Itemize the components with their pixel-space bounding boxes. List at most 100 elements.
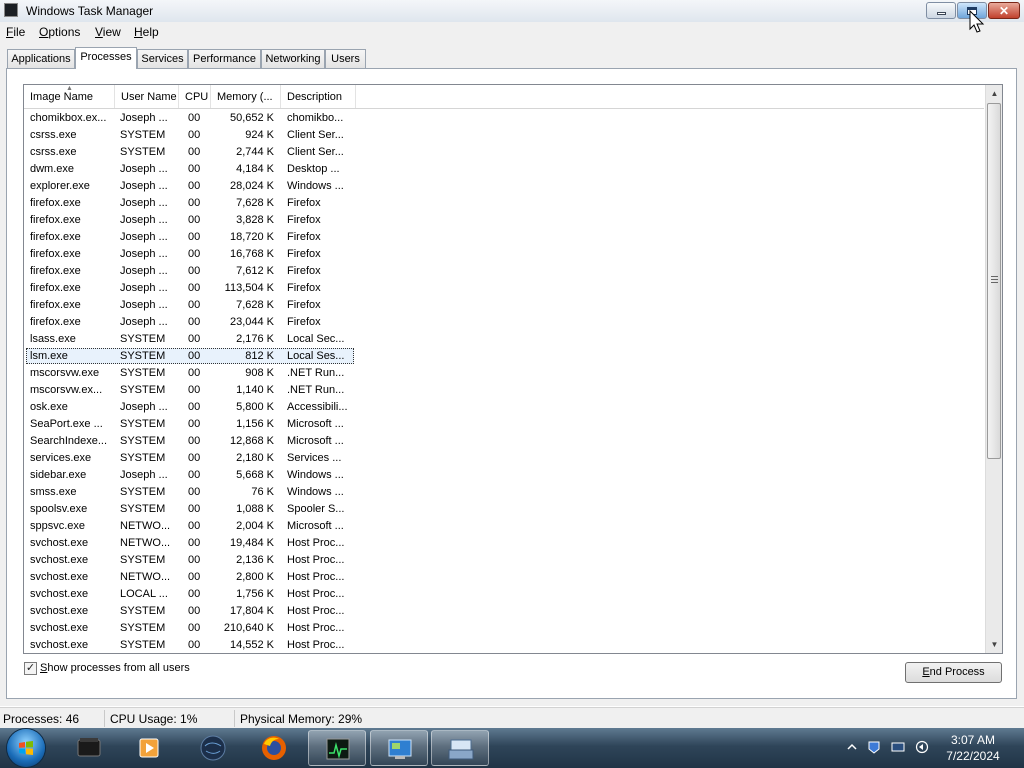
process-row[interactable]: SeaPort.exe ... SYSTEM 00 1,156 K Microsoft … [24,416,984,433]
cpu-cell: 00 [188,146,201,158]
window-title: Windows Task Manager [26,4,154,18]
process-list[interactable]: ▲ Image Name User Name CPU Memory (... D… [23,84,1003,654]
memory-cell: 3,828 K [236,214,274,226]
process-row[interactable]: svchost.exe SYSTEM 00 210,640 K Host Proc... [24,620,984,637]
memory-cell: 2,136 K [236,554,274,566]
end-process-button[interactable]: End Process [905,662,1002,683]
image-name-cell: lsass.exe [30,333,76,345]
menu-view-label: iew [102,25,121,39]
process-row[interactable]: svchost.exe SYSTEM 00 2,136 K Host Proc... [24,552,984,569]
process-row[interactable]: svchost.exe SYSTEM 00 17,804 K Host Proc... [24,603,984,620]
tab-applications[interactable]: Applications [7,49,75,68]
close-button[interactable]: ✕ [988,2,1020,19]
tab-networking[interactable]: Networking [261,49,325,68]
volume-icon[interactable] [915,740,929,754]
process-row[interactable]: osk.exe Joseph ... 00 5,800 K Accessibili... [24,399,984,416]
process-row[interactable]: explorer.exe Joseph ... 00 28,024 K Windows … [24,178,984,195]
process-row[interactable]: firefox.exe Joseph ... 00 18,720 K Firefox [24,229,984,246]
column-image-name[interactable]: ▲ Image Name [24,85,115,108]
memory-cell: 2,176 K [236,333,274,345]
tab-performance[interactable]: Performance [188,49,261,68]
column-memory[interactable]: Memory (... [211,85,281,108]
process-row[interactable]: firefox.exe Joseph ... 00 7,628 K Firefox [24,195,984,212]
description-cell: Client Ser... [287,146,344,158]
memory-cell: 7,628 K [236,299,274,311]
process-row[interactable]: svchost.exe NETWO... 00 19,484 K Host Proc..… [24,535,984,552]
image-name-cell: firefox.exe [30,265,81,277]
process-row[interactable]: lsass.exe SYSTEM 00 2,176 K Local Sec... [24,331,984,348]
cpu-cell: 00 [188,316,201,328]
process-row[interactable]: spoolsv.exe SYSTEM 00 1,088 K Spooler S... [24,501,984,518]
process-row[interactable]: mscorsvw.exe SYSTEM 00 908 K .NET Run... [24,365,984,382]
process-row[interactable]: csrss.exe SYSTEM 00 2,744 K Client Ser... [24,144,984,161]
taskbar-item-media-player[interactable] [120,730,178,766]
scroll-up-icon[interactable]: ▲ [986,85,1002,102]
taskbar-item-terminal[interactable] [60,730,118,766]
column-cpu[interactable]: CPU [179,85,211,108]
process-row[interactable]: smss.exe SYSTEM 00 76 K Windows ... [24,484,984,501]
process-row[interactable]: svchost.exe SYSTEM 00 14,552 K Host Proc... [24,637,984,653]
taskbar-item-keyboard[interactable] [431,730,489,766]
taskbar-item-resource-monitor[interactable] [308,730,366,766]
taskbar-clock[interactable]: 3:07 AM 7/22/2024 [938,732,1008,764]
description-cell: Firefox [287,248,321,260]
network-icon[interactable] [891,740,905,754]
process-row[interactable]: firefox.exe Joseph ... 00 7,612 K Firefox [24,263,984,280]
user-name-cell: Joseph ... [120,231,168,243]
process-row[interactable]: dwm.exe Joseph ... 00 4,184 K Desktop ... [24,161,984,178]
user-name-cell: Joseph ... [120,197,168,209]
show-all-users-checkbox[interactable]: ✓ [24,662,37,675]
description-cell: Desktop ... [287,163,340,175]
process-row[interactable]: firefox.exe Joseph ... 00 113,504 K Firefox [24,280,984,297]
user-name-cell: Joseph ... [120,248,168,260]
keyboard-icon [448,739,474,760]
menu-options-accelerator: O [39,25,49,39]
status-divider [104,710,105,727]
memory-cell: 2,800 K [236,571,274,583]
process-row[interactable]: chomikbox.ex... Joseph ... 00 50,652 K chomi… [24,110,984,127]
process-row[interactable]: mscorsvw.ex... SYSTEM 00 1,140 K .NET Run... [24,382,984,399]
description-cell: Services ... [287,452,342,464]
menu-file[interactable]: File [6,25,25,39]
minimize-button[interactable] [926,2,956,19]
menu-view[interactable]: View [95,25,121,39]
memory-cell: 28,024 K [229,180,274,192]
memory-cell: 5,668 K [236,469,274,481]
process-row[interactable]: firefox.exe Joseph ... 00 16,768 K Firefox [24,246,984,263]
cpu-cell: 00 [188,588,201,600]
process-row[interactable]: svchost.exe LOCAL ... 00 1,756 K Host Proc..… [24,586,984,603]
taskbar-item-control-panel[interactable] [370,730,428,766]
process-row[interactable]: sppsvc.exe NETWO... 00 2,004 K Microsoft ... [24,518,984,535]
scrollbar-thumb[interactable] [987,103,1001,459]
column-description[interactable]: Description [281,85,356,108]
column-user-name[interactable]: User Name [115,85,179,108]
start-button[interactable] [7,729,45,767]
menu-options[interactable]: Options [39,25,80,39]
tab-users[interactable]: Users [325,49,366,68]
description-cell: Spooler S... [287,503,345,515]
description-cell: Host Proc... [287,639,345,651]
show-all-users-label[interactable]: Show processes from all users [40,662,190,674]
process-row[interactable]: firefox.exe Joseph ... 00 7,628 K Firefox [24,297,984,314]
action-center-icon[interactable] [867,740,881,754]
process-row[interactable]: SearchIndexe... SYSTEM 00 12,868 K Microsoft… [24,433,984,450]
title-bar[interactable]: Windows Task Manager ✕ [0,0,1024,23]
taskbar-item-globe[interactable] [184,730,242,766]
scroll-down-icon[interactable]: ▼ [986,636,1002,653]
cpu-cell: 00 [188,333,201,345]
vertical-scrollbar[interactable]: ▲ ▼ [985,85,1002,653]
process-row[interactable]: firefox.exe Joseph ... 00 23,044 K Firefox [24,314,984,331]
process-row[interactable]: lsm.exe SYSTEM 00 812 K Local Ses... [24,348,984,365]
taskbar-item-firefox[interactable] [245,730,303,766]
process-row[interactable]: firefox.exe Joseph ... 00 3,828 K Firefox [24,212,984,229]
process-row[interactable]: services.exe SYSTEM 00 2,180 K Services ... [24,450,984,467]
tab-processes[interactable]: Processes [75,47,137,69]
process-row[interactable]: sidebar.exe Joseph ... 00 5,668 K Windows ..… [24,467,984,484]
process-row[interactable]: csrss.exe SYSTEM 00 924 K Client Ser... [24,127,984,144]
tab-services[interactable]: Services [137,49,188,68]
show-hidden-icons-icon[interactable] [845,740,859,754]
show-all-users-label-text: how processes from all users [47,662,190,674]
menu-help[interactable]: Help [134,25,159,39]
cpu-cell: 00 [188,571,201,583]
process-row[interactable]: svchost.exe NETWO... 00 2,800 K Host Proc... [24,569,984,586]
